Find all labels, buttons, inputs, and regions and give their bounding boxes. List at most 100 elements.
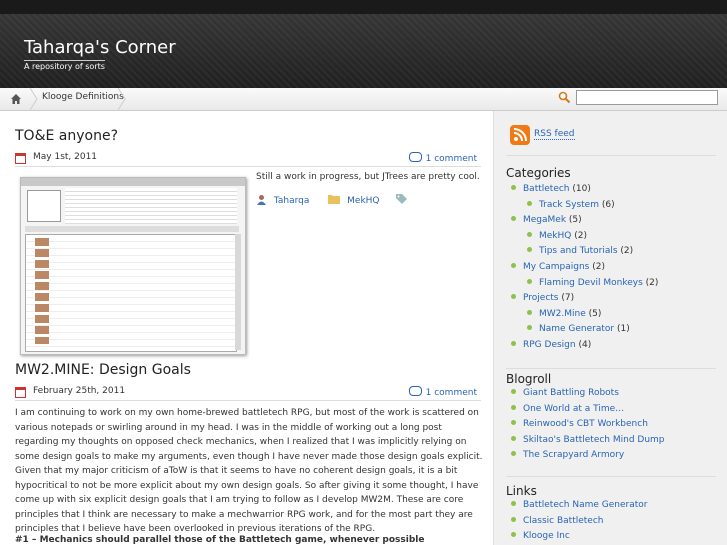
link-item-label[interactable]: Classic Battletech <box>523 516 604 526</box>
calendar-icon <box>15 387 26 398</box>
category-item-count: (1) <box>614 324 630 335</box>
rss-feed-link[interactable]: RSS feed <box>534 129 575 140</box>
category-item-label[interactable]: Track System <box>539 200 599 210</box>
blogroll-item[interactable]: Reinwood's CBT Workbench <box>511 419 648 429</box>
bullet-icon <box>511 532 516 537</box>
category-item[interactable]: MegaMek (5) <box>511 215 582 225</box>
sidebar: RSS feed Categories Battletech (10) Track… <box>493 111 727 545</box>
category-item-count: (2) <box>589 262 605 272</box>
comments-count[interactable]: 1 comment <box>426 154 477 164</box>
bullet-icon <box>511 501 516 506</box>
comment-icon <box>408 386 422 396</box>
bullet-icon <box>511 294 516 300</box>
category-item-count: (2) <box>571 230 587 241</box>
bullet-icon <box>527 325 532 331</box>
category-item[interactable]: Tips and Tutorials (2) <box>527 246 633 256</box>
rss-icon[interactable] <box>510 125 530 145</box>
link-item-label[interactable]: Klooge Inc <box>523 531 570 541</box>
blogroll-item[interactable]: Giant Battling Robots <box>511 388 619 398</box>
blogroll-heading: Blogroll <box>506 372 552 386</box>
home-icon[interactable] <box>0 88 32 110</box>
post-body: I am continuing to work on my own home-b… <box>15 408 483 534</box>
bullet-icon <box>511 216 516 222</box>
divider <box>506 476 716 477</box>
link-item[interactable]: Classic Battletech <box>511 516 604 526</box>
blogroll-item-label[interactable]: Skiltao's Battletech Mind Dump <box>523 435 665 445</box>
comments-link[interactable]: 1 comment <box>408 152 477 164</box>
breadcrumb-separator-icon <box>30 88 38 110</box>
category-item-label[interactable]: Battletech <box>523 184 570 194</box>
category-item-count: (7) <box>558 293 575 304</box>
category-item[interactable]: Battletech (10) <box>511 184 591 194</box>
category-item[interactable]: My Campaigns (2) <box>511 262 605 272</box>
links-heading: Links <box>506 484 537 498</box>
bullet-icon <box>511 341 516 346</box>
post-title[interactable]: TO&E anyone? <box>15 128 118 144</box>
bullet-icon <box>511 420 516 425</box>
category-item[interactable]: Flaming Devil Monkeys (2) <box>527 278 658 288</box>
category-item-label[interactable]: MekHQ <box>539 231 571 241</box>
category-item-count: (10) <box>569 184 591 194</box>
folder-icon <box>328 195 341 204</box>
bullet-icon <box>511 389 516 394</box>
category-link[interactable]: MekHQ <box>347 196 379 206</box>
divider <box>506 155 716 156</box>
author-link[interactable]: Taharqa <box>274 196 310 206</box>
category-item[interactable]: MW2.Mine (5) <box>527 309 601 319</box>
post-date: May 1st, 2011 <box>33 152 98 162</box>
blogroll-item[interactable]: Skiltao's Battletech Mind Dump <box>511 435 665 445</box>
category-item[interactable]: Track System (6) <box>527 200 615 210</box>
link-item[interactable]: Battletech Name Generator <box>511 500 647 510</box>
nav-item-klooge-definitions[interactable]: Klooge Definitions <box>42 92 124 102</box>
bullet-icon <box>511 516 516 522</box>
comments-link[interactable]: 1 comment <box>408 386 477 398</box>
category-item-label[interactable]: RPG Design <box>523 340 576 350</box>
category-item-label[interactable]: Name Generator <box>539 324 614 334</box>
search-icon <box>558 91 571 108</box>
blogroll-item-label[interactable]: Giant Battling Robots <box>523 388 619 398</box>
search-input[interactable] <box>576 90 718 105</box>
post-excerpt: Still a work in progress, but JTrees are… <box>256 172 480 182</box>
category-item-count: (5) <box>566 215 582 226</box>
comments-count[interactable]: 1 comment <box>426 388 477 398</box>
bullet-icon <box>511 404 516 410</box>
category-item-count: (2) <box>617 246 634 257</box>
category-item[interactable]: Projects (7) <box>511 293 574 303</box>
post-date: February 25th, 2011 <box>33 386 126 396</box>
post-meta: February 25th, 2011 1 comment <box>15 386 481 401</box>
blogroll-item-label[interactable]: One World at a Time… <box>523 404 624 414</box>
calendar-icon <box>15 153 26 164</box>
site-title[interactable]: Taharqa's Corner <box>24 37 176 58</box>
category-item-label[interactable]: Flaming Devil Monkeys <box>539 278 643 288</box>
post-subheading: #1 – Mechanics should parallel those of … <box>15 535 425 545</box>
post-title[interactable]: MW2.MINE: Design Goals <box>15 362 191 378</box>
blogroll-item[interactable]: One World at a Time… <box>511 404 624 414</box>
bullet-icon <box>511 451 516 456</box>
category-item-count: (6) <box>598 199 615 210</box>
link-item[interactable]: Klooge Inc <box>511 531 570 541</box>
post-thumbnail[interactable] <box>20 177 246 355</box>
category-item-label[interactable]: MegaMek <box>523 215 566 225</box>
top-strip <box>0 0 727 14</box>
category-item-count: (2) <box>642 277 659 288</box>
bullet-icon <box>527 309 532 315</box>
category-item-label[interactable]: MW2.Mine <box>539 309 586 319</box>
bullet-icon <box>527 247 532 253</box>
breadcrumb-separator-icon <box>118 88 126 110</box>
category-item-label[interactable]: Tips and Tutorials <box>539 246 618 256</box>
category-item-label[interactable]: My Campaigns <box>523 262 589 272</box>
category-item-count: (5) <box>585 308 602 319</box>
bullet-icon <box>511 263 516 268</box>
blogroll-item[interactable]: The Scrapyard Armory <box>511 450 624 460</box>
link-item-label[interactable]: Battletech Name Generator <box>523 500 647 510</box>
site-header: Taharqa's Corner A repository of sorts <box>0 0 727 88</box>
category-item[interactable]: RPG Design (4) <box>511 340 591 350</box>
category-item-label[interactable]: Projects <box>523 293 558 303</box>
categories-heading: Categories <box>506 166 571 180</box>
site-description: A repository of sorts <box>24 60 105 71</box>
category-item[interactable]: Name Generator (1) <box>527 324 630 334</box>
blogroll-item-label[interactable]: The Scrapyard Armory <box>523 450 624 460</box>
blogroll-item-label[interactable]: Reinwood's CBT Workbench <box>523 419 648 429</box>
tag-icon <box>396 194 408 204</box>
category-item[interactable]: MekHQ (2) <box>527 231 587 241</box>
